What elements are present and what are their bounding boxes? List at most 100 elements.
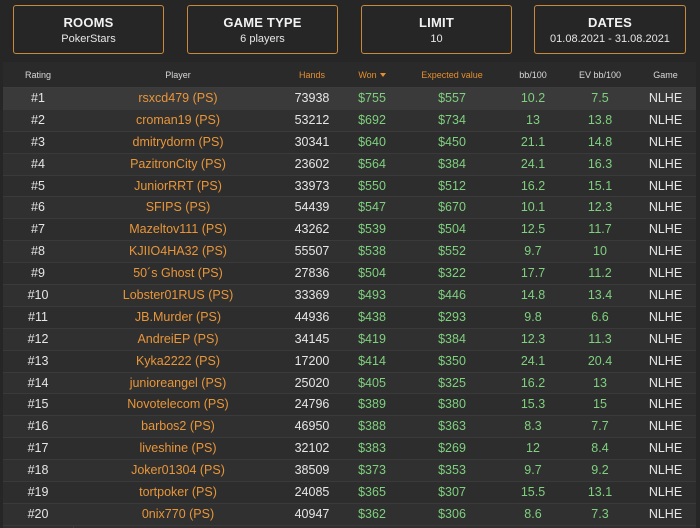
- rank-cell: #2: [31, 112, 45, 127]
- player-link[interactable]: JB.Murder (PS): [73, 307, 283, 328]
- game-type-filter-value: 6 players: [240, 33, 285, 45]
- ev-bb100-cell: 13.1: [587, 485, 613, 500]
- won-cell: $373: [358, 463, 386, 478]
- game-cell: NLHE: [648, 178, 683, 193]
- player-link[interactable]: SFIPS (PS): [73, 197, 283, 218]
- player-link[interactable]: AndreiEP (PS): [73, 329, 283, 350]
- rank-cell: #9: [31, 266, 45, 281]
- game-cell: NLHE: [648, 506, 683, 521]
- player-link[interactable]: rsxcd479 (PS): [73, 88, 283, 109]
- table-row[interactable]: #2 croman19 (PS) 53212 $692 $734 13 13.8 NLHE: [3, 109, 696, 132]
- expected-value-cell: $363: [438, 419, 466, 434]
- hands-cell: 55507: [294, 244, 330, 259]
- won-cell: $564: [358, 156, 386, 171]
- col-game[interactable]: Game: [635, 62, 696, 88]
- table-row[interactable]: #9 50´s Ghost (PS) 27836 $504 $322 17.7 11.2 NL…: [3, 263, 696, 286]
- col-rating[interactable]: Rating: [3, 62, 73, 88]
- game-cell: NLHE: [648, 222, 683, 237]
- game-cell: NLHE: [648, 244, 683, 259]
- hands-cell: 24796: [294, 397, 330, 412]
- limit-filter[interactable]: LIMIT 10: [361, 5, 512, 54]
- table-row[interactable]: #20 0nix770 (PS) 40947 $362 $306 8.6 7.3 NLHE: [3, 503, 696, 526]
- table-row[interactable]: #1 rsxcd479 (PS) 73938 $755 $557 10.2 7.5 NLHE: [3, 88, 696, 110]
- expected-value-cell: $557: [438, 91, 466, 105]
- col-ev-bb100[interactable]: EV bb/100: [565, 62, 635, 88]
- table-row[interactable]: #11 JB.Murder (PS) 44936 $438 $293 9.8 6.6 NLHE: [3, 306, 696, 329]
- player-link[interactable]: liveshine (PS): [73, 438, 283, 459]
- table-row[interactable]: #5 JuniorRRT (PS) 33973 $550 $512 16.2 15.1 NLH…: [3, 175, 696, 198]
- table-row[interactable]: #8 KJIIO4HA32 (PS) 55507 $538 $552 9.7 10 NLHE: [3, 241, 696, 264]
- rank-cell: #18: [27, 463, 49, 478]
- game-cell: NLHE: [648, 463, 683, 478]
- player-link[interactable]: barbos2 (PS): [73, 416, 283, 437]
- game-cell: NLHE: [648, 485, 683, 500]
- table-row[interactable]: #15 Novotelecom (PS) 24796 $389 $380 15.3 15 NL…: [3, 394, 696, 417]
- ev-bb100-cell: 11.2: [588, 266, 612, 281]
- expected-value-cell: $670: [438, 200, 466, 215]
- hands-cell: 38509: [294, 463, 330, 478]
- table-row[interactable]: #13 Kyka2222 (PS) 17200 $414 $350 24.1 20.4 NLH…: [3, 350, 696, 373]
- player-link[interactable]: Novotelecom (PS): [73, 394, 283, 415]
- rooms-filter[interactable]: ROOMS PokerStars: [13, 5, 164, 54]
- player-link[interactable]: dmitrydorm (PS): [73, 132, 283, 153]
- ev-bb100-cell: 10: [593, 244, 607, 259]
- player-link[interactable]: Mazeltov111 (PS): [73, 219, 283, 240]
- ev-bb100-cell: 11.3: [588, 331, 612, 346]
- col-player[interactable]: Player: [73, 62, 283, 88]
- game-type-filter[interactable]: GAME TYPE 6 players: [187, 5, 338, 54]
- won-cell: $547: [358, 200, 386, 215]
- game-cell: NLHE: [648, 91, 683, 105]
- expected-value-cell: $734: [438, 112, 466, 127]
- rank-cell: #12: [27, 331, 49, 346]
- player-link[interactable]: tortpoker (PS): [73, 482, 283, 503]
- table-row[interactable]: #3 dmitrydorm (PS) 30341 $640 $450 21.1 14.8 NL…: [3, 131, 696, 154]
- expected-value-cell: $384: [438, 156, 466, 171]
- player-link[interactable]: 50´s Ghost (PS): [73, 263, 283, 284]
- table-row[interactable]: #16 barbos2 (PS) 46950 $388 $363 8.3 7.7 NLHE: [3, 416, 696, 439]
- player-link[interactable]: Kyka2222 (PS): [73, 351, 283, 372]
- expected-value-cell: $384: [438, 331, 466, 346]
- expected-value-cell: $325: [438, 375, 466, 390]
- hands-cell: 43262: [294, 222, 330, 237]
- sort-desc-icon: [379, 73, 386, 77]
- bb100-cell: 8.3: [524, 419, 542, 434]
- bb100-cell: 14.8: [520, 288, 546, 303]
- table-row[interactable]: #10 Lobster01RUS (PS) 33369 $493 $446 14.8 13.…: [3, 285, 696, 307]
- player-link[interactable]: 0nix770 (PS): [73, 504, 283, 525]
- won-cell: $362: [358, 506, 386, 521]
- bb100-cell: 12.3: [520, 331, 546, 346]
- expected-value-cell: $380: [438, 397, 466, 412]
- game-cell: NLHE: [648, 441, 683, 456]
- limit-filter-value: 10: [430, 33, 443, 45]
- won-cell: $504: [358, 266, 386, 281]
- table-row[interactable]: #18 Joker01304 (PS) 38509 $373 $353 9.7 9.2 NLH…: [3, 460, 696, 483]
- player-link[interactable]: JuniorRRT (PS): [73, 176, 283, 197]
- col-bb100[interactable]: bb/100: [501, 62, 565, 88]
- table-row[interactable]: #6 SFIPS (PS) 54439 $547 $670 10.1 12.3 NLHE: [3, 197, 696, 220]
- player-link[interactable]: Lobster01RUS (PS): [73, 285, 283, 306]
- table-row[interactable]: #14 junioreangel (PS) 25020 $405 $325 16.2 13 N…: [3, 372, 696, 395]
- game-cell: NLHE: [648, 309, 683, 324]
- won-cell: $692: [358, 112, 386, 127]
- table-row[interactable]: #19 tortpoker (PS) 24085 $365 $307 15.5 13.1 NL…: [3, 482, 696, 504]
- col-won[interactable]: Won: [341, 62, 403, 88]
- game-cell: NLHE: [648, 288, 683, 303]
- col-expected-value[interactable]: Expected value: [403, 62, 501, 88]
- table-row[interactable]: #12 AndreiEP (PS) 34145 $419 $384 12.3 11.3 NLH…: [3, 328, 696, 351]
- table-row[interactable]: #17 liveshine (PS) 32102 $383 $269 12 8.4 NLHE: [3, 438, 696, 461]
- won-cell: $550: [358, 178, 386, 193]
- col-hands[interactable]: Hands: [283, 62, 341, 88]
- dates-filter[interactable]: DATES 01.08.2021 - 31.08.2021: [534, 5, 686, 54]
- table-row[interactable]: #7 Mazeltov111 (PS) 43262 $539 $504 12.5 11.7 N…: [3, 219, 696, 242]
- bb100-cell: 13: [526, 112, 540, 127]
- player-link[interactable]: Joker01304 (PS): [73, 460, 283, 481]
- table-row[interactable]: #4 PazitronCity (PS) 23602 $564 $384 24.1 16.3…: [3, 153, 696, 176]
- player-link[interactable]: croman19 (PS): [73, 110, 283, 131]
- player-link[interactable]: junioreangel (PS): [73, 373, 283, 394]
- ev-bb100-cell: 12.3: [587, 200, 613, 215]
- game-cell: NLHE: [648, 156, 683, 171]
- player-link[interactable]: KJIIO4HA32 (PS): [73, 241, 283, 262]
- player-link[interactable]: PazitronCity (PS): [73, 154, 283, 175]
- dates-filter-value: 01.08.2021 - 31.08.2021: [550, 33, 670, 45]
- ev-bb100-cell: 9.2: [591, 463, 609, 478]
